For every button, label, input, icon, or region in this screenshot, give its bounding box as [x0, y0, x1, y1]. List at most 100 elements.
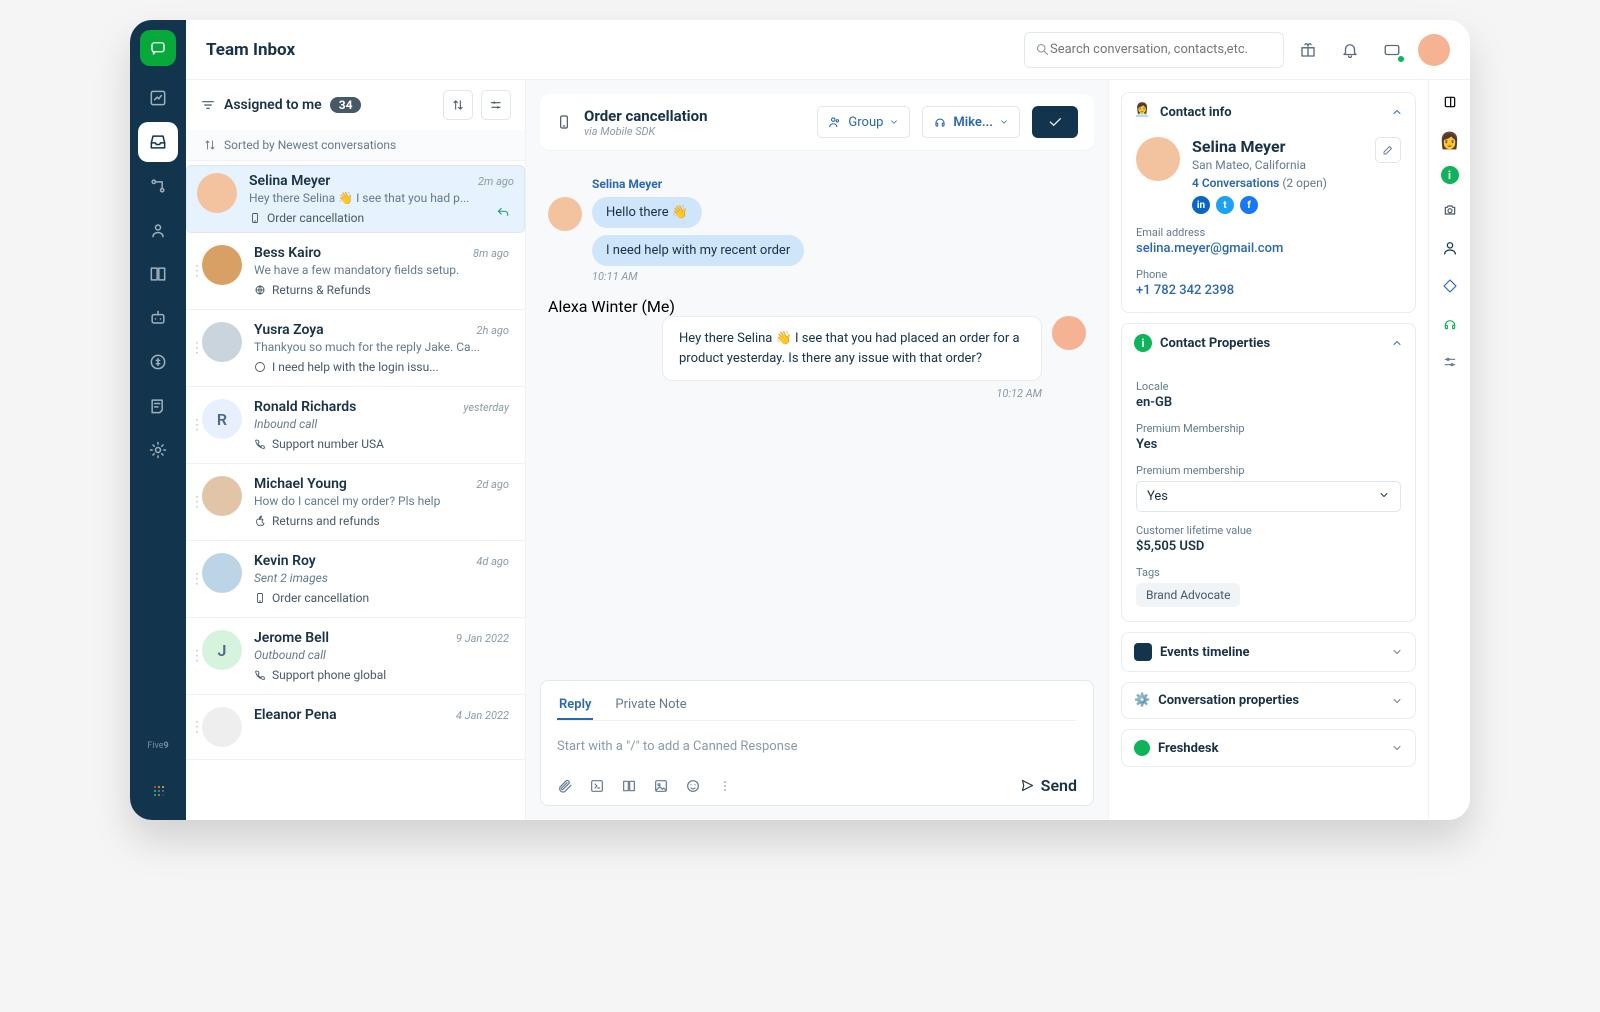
- nav-bot[interactable]: [138, 298, 178, 338]
- sort-label: Sorted by Newest conversations: [186, 130, 525, 161]
- faq-icon[interactable]: [621, 778, 637, 794]
- agent-message-bubble: Hey there Selina 👋 I see that you had pl…: [662, 316, 1042, 381]
- attach-icon[interactable]: [557, 778, 573, 794]
- bell-icon[interactable]: [1332, 32, 1368, 68]
- thread-subject: Order cancellation: [584, 107, 708, 125]
- rail-expand-icon[interactable]: [1438, 90, 1462, 114]
- group-selector[interactable]: Group: [817, 106, 910, 138]
- conversation-item[interactable]: ⋮ Eleanor Pena4 Jan 2022: [186, 695, 525, 760]
- gift-icon[interactable]: [1290, 32, 1326, 68]
- tab-reply[interactable]: Reply: [557, 691, 593, 720]
- conversation-list: Assigned to me 34 Sorted by Newest conve…: [186, 80, 526, 820]
- top-bar: Team Inbox: [186, 20, 1470, 80]
- image-icon[interactable]: [653, 778, 669, 794]
- contact-name: Selina Meyer: [1192, 137, 1363, 156]
- contact-info-header[interactable]: 👩‍💼 Contact info: [1122, 93, 1415, 131]
- edit-contact-button[interactable]: [1375, 137, 1401, 163]
- freshdesk-icon: [1134, 740, 1150, 756]
- tag-chip[interactable]: Brand Advocate: [1136, 583, 1240, 607]
- settings-icon: ⚙️: [1134, 693, 1150, 708]
- nav-apps[interactable]: [138, 770, 178, 810]
- conversation-item[interactable]: ⋮ Yusra Zoya2h ago Thankyou so much for …: [186, 310, 525, 387]
- conversation-item[interactable]: ⋮ Michael Young2d ago How do I cancel my…: [186, 464, 525, 541]
- main-nav: Five9: [130, 20, 186, 820]
- chat-pane: Order cancellation via Mobile SDK Group …: [526, 80, 1108, 820]
- mobile-icon: [556, 111, 572, 133]
- page-title: Team Inbox: [206, 40, 295, 60]
- thread-via: via Mobile SDK: [584, 125, 708, 138]
- events-timeline-header[interactable]: Events timeline: [1122, 633, 1415, 671]
- search-input[interactable]: [1050, 42, 1273, 57]
- facebook-icon[interactable]: f: [1240, 196, 1258, 214]
- rail-info-icon[interactable]: i: [1441, 166, 1459, 184]
- nav-contacts[interactable]: [138, 210, 178, 250]
- rail-headset-icon[interactable]: [1438, 312, 1462, 336]
- contact-location: San Mateo, California: [1192, 158, 1363, 172]
- emoji-icon[interactable]: [685, 778, 701, 794]
- agent-timestamp: 10:12 AM: [548, 387, 1042, 400]
- user-avatar[interactable]: [1418, 34, 1450, 66]
- nav-dashboard[interactable]: [138, 78, 178, 118]
- linkedin-icon[interactable]: in: [1192, 196, 1210, 214]
- nav-automation[interactable]: [138, 166, 178, 206]
- nav-reports[interactable]: [138, 386, 178, 426]
- conversation-item[interactable]: ⋮ R Ronald Richardsyesterday Inbound cal…: [186, 387, 525, 464]
- nav-knowledge[interactable]: [138, 254, 178, 294]
- availability-icon[interactable]: [1374, 32, 1410, 68]
- agent-avatar: [1052, 316, 1086, 350]
- message-bubble: Hello there 👋: [592, 197, 702, 228]
- conversation-item[interactable]: ⋮ J Jerome Bell9 Jan 2022 Outbound call …: [186, 618, 525, 695]
- contact-info-panel: 👩‍💼 Contact info Selina Meyer San Mateo,…: [1121, 92, 1416, 313]
- contact-email[interactable]: selina.meyer@gmail.com: [1136, 241, 1401, 256]
- nav-billing[interactable]: [138, 342, 178, 382]
- canned-icon[interactable]: [589, 778, 605, 794]
- nav-inbox[interactable]: [138, 122, 178, 162]
- filter-count: 34: [330, 97, 362, 113]
- chevron-up-icon: [1391, 106, 1403, 118]
- conversation-item[interactable]: ⋮ Selina Meyer2m ago Hey there Selina 👋 …: [186, 165, 525, 233]
- chevron-down-icon: [889, 117, 899, 127]
- freshdesk-header[interactable]: Freshdesk: [1122, 730, 1415, 766]
- thread-header: Order cancellation via Mobile SDK Group …: [540, 94, 1094, 151]
- clock-icon: [1134, 643, 1152, 661]
- nav-five9-icon[interactable]: Five9: [138, 726, 178, 766]
- chevron-up-icon: [1391, 337, 1403, 349]
- right-rail: 👩 i: [1428, 80, 1470, 820]
- app-logo[interactable]: [140, 30, 176, 66]
- rail-sliders-icon[interactable]: [1438, 350, 1462, 374]
- assignee-selector[interactable]: Mike...: [922, 106, 1020, 138]
- compose-input[interactable]: Start with a "/" to add a Canned Respons…: [557, 731, 1077, 776]
- conversation-properties-header[interactable]: ⚙️ Conversation properties: [1122, 683, 1415, 718]
- rail-camera-icon[interactable]: [1438, 198, 1462, 222]
- conversation-item[interactable]: ⋮ Kevin Roy4d ago Sent 2 images Order ca…: [186, 541, 525, 618]
- nav-settings[interactable]: [138, 430, 178, 470]
- filter-button[interactable]: [481, 90, 511, 120]
- contact-properties-panel: i Contact Properties Localeen-GB Premium…: [1121, 323, 1416, 622]
- rail-diamond-icon[interactable]: [1438, 274, 1462, 298]
- more-icon[interactable]: [717, 778, 733, 794]
- search-box[interactable]: [1024, 32, 1284, 68]
- resolve-button[interactable]: [1032, 106, 1078, 138]
- filter-label[interactable]: Assigned to me: [224, 97, 322, 113]
- agent-name: Alexa Winter (Me): [548, 297, 1086, 316]
- message-bubble: I need help with my recent order: [592, 235, 804, 266]
- sender-name: Selina Meyer: [592, 177, 1086, 191]
- message-timestamp: 10:11 AM: [592, 270, 1086, 283]
- contact-avatar: [1136, 137, 1180, 181]
- contact-phone[interactable]: +1 782 342 2398: [1136, 283, 1401, 298]
- contact-properties-header[interactable]: i Contact Properties: [1122, 324, 1415, 362]
- premium-select[interactable]: Yes: [1136, 481, 1401, 512]
- rail-user-icon[interactable]: [1438, 236, 1462, 260]
- filter-icon: [200, 97, 216, 113]
- info-icon: i: [1134, 334, 1152, 352]
- twitter-icon[interactable]: t: [1216, 196, 1234, 214]
- search-icon: [1035, 42, 1050, 57]
- rail-contact-icon[interactable]: 👩: [1438, 128, 1462, 152]
- sort-button[interactable]: [443, 90, 473, 120]
- conversation-item[interactable]: ⋮ Bess Kairo8m ago We have a few mandato…: [186, 233, 525, 310]
- chevron-down-icon: [999, 117, 1009, 127]
- send-button[interactable]: Send: [1020, 776, 1077, 795]
- right-sidebar: 👩‍💼 Contact info Selina Meyer San Mateo,…: [1108, 80, 1428, 820]
- sender-avatar: [548, 197, 582, 231]
- tab-private-note[interactable]: Private Note: [613, 691, 688, 720]
